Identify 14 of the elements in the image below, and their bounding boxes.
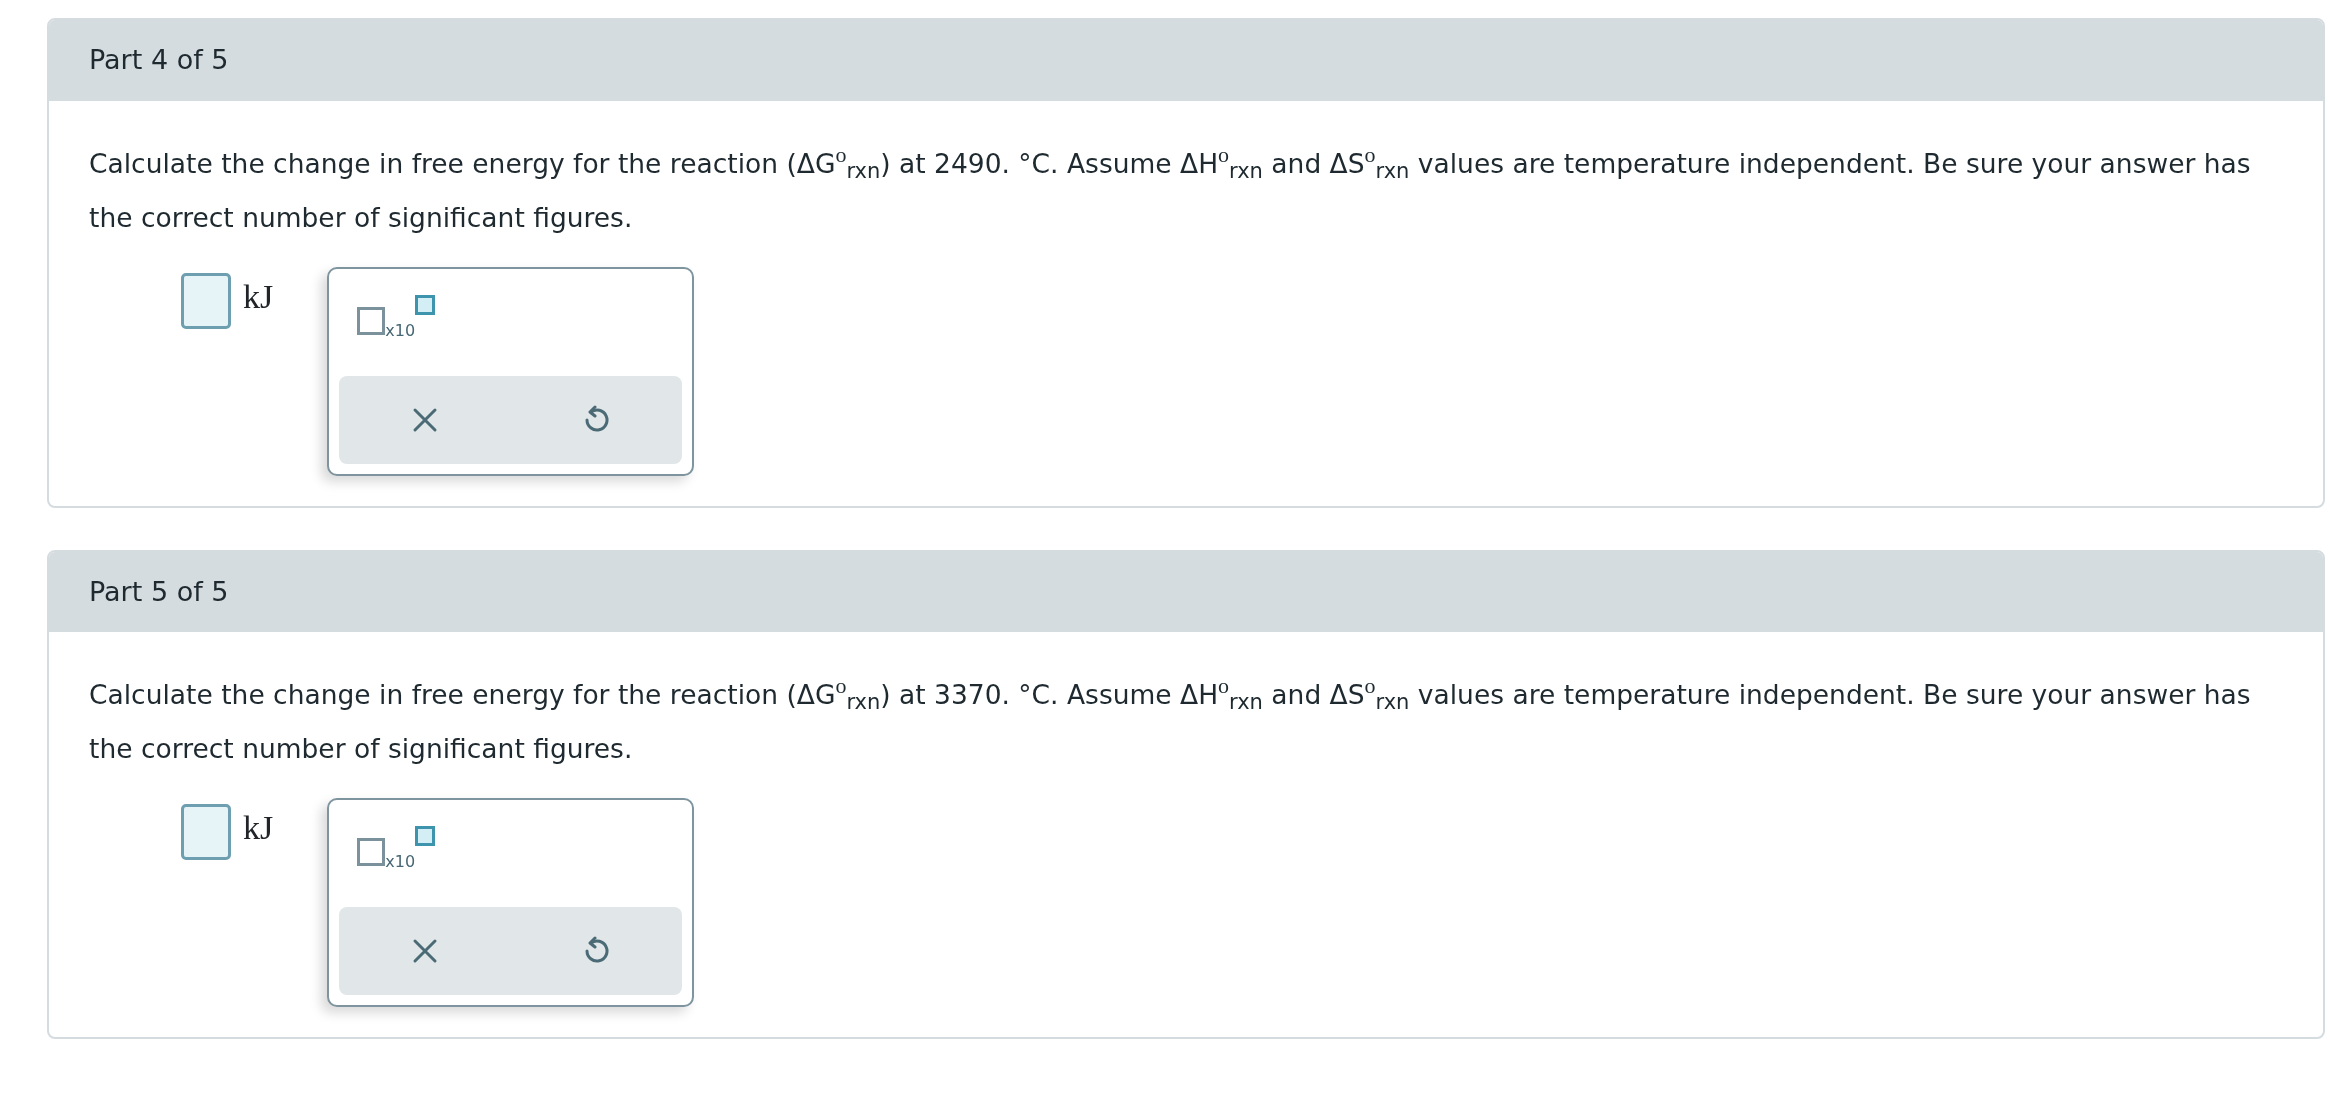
mantissa-box-icon[interactable] (357, 838, 386, 866)
times-ten-label: x10 (385, 851, 416, 873)
exponent-box-icon[interactable] (415, 826, 436, 846)
question-text: Calculate the change in free energy for the reaction (ΔG$^{o}$$_{rxn}$) at 3370. °C. Assume ΔH$^{o}$$_{rxn}$ and ΔS$^{o}$$_{rxn}$ values are temperature independent. Be sure your answer has the correct number of significant figures. (89, 672, 2252, 766)
exponent-box-icon[interactable] (415, 294, 436, 315)
question-text: Calculate the change in free energy for the reaction (ΔG$^{o}$$_{rxn}$) at 2490. °C. Assume ΔH$^{o}$$_{rxn}$ and ΔS$^{o}$$_{rxn}$ values are temperature independent. Be sure your answer has the correct number of significant figures. (89, 140, 2252, 235)
part-header: Part 4 of 5 (49, 20, 2323, 101)
part-header: Part 5 of 5 (49, 551, 2323, 632)
unit-label: kJ (243, 808, 274, 848)
answer-field[interactable] (181, 804, 231, 860)
answer-field[interactable] (181, 272, 231, 329)
mantissa-box-icon[interactable] (357, 306, 386, 335)
unit-label: kJ (243, 276, 274, 317)
times-ten-label: x10 (385, 319, 416, 342)
